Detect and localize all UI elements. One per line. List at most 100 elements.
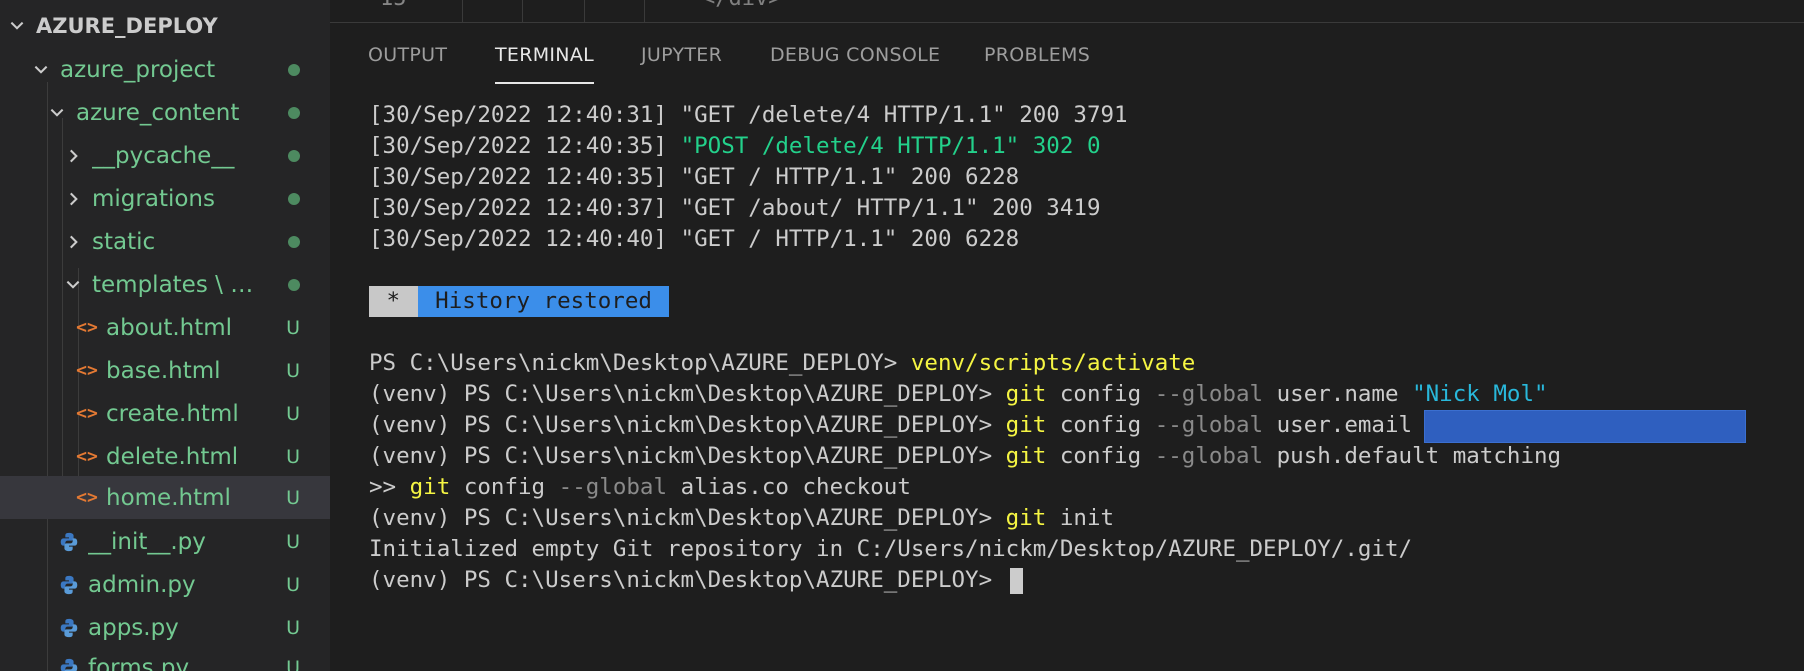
python-file-icon bbox=[56, 657, 82, 671]
folder-pycache[interactable]: __pycache__ bbox=[0, 134, 330, 177]
line-number: 15 bbox=[380, 0, 407, 11]
explorer-root-folder[interactable]: AZURE_DEPLOY bbox=[0, 4, 330, 47]
python-file-icon bbox=[56, 617, 82, 639]
command: git bbox=[1005, 381, 1047, 407]
folder-azure-project[interactable]: azure_project bbox=[0, 48, 330, 91]
file-about-html[interactable]: <> about.html U bbox=[0, 306, 330, 349]
prompt: (venv) PS C:\Users\nickm\Desktop\AZURE_D… bbox=[369, 412, 1006, 438]
history-star: * bbox=[369, 286, 418, 317]
html-file-icon: <> bbox=[76, 403, 98, 424]
untracked-badge: U bbox=[286, 445, 300, 468]
terminal-line: (venv) PS C:\Users\nickm\Desktop\AZURE_D… bbox=[369, 503, 1114, 534]
python-file-icon bbox=[56, 531, 82, 553]
file-delete-html[interactable]: <> delete.html U bbox=[0, 435, 330, 478]
file-admin-py[interactable]: admin.py U bbox=[0, 563, 330, 606]
command: git bbox=[409, 474, 451, 500]
command-arg: config bbox=[450, 474, 559, 500]
history-text: History restored bbox=[417, 286, 670, 317]
command: git bbox=[1005, 443, 1047, 469]
untracked-badge: U bbox=[286, 486, 300, 509]
code-line: </div> bbox=[702, 0, 781, 11]
tab-output[interactable]: OUTPUT bbox=[368, 24, 447, 86]
terminal-line: >> git config --global alias.co checkout bbox=[369, 472, 911, 503]
prompt: (venv) PS C:\Users\nickm\Desktop\AZURE_D… bbox=[369, 381, 1006, 407]
tab-problems[interactable]: PROBLEMS bbox=[984, 24, 1090, 86]
html-file-icon: <> bbox=[76, 487, 98, 508]
modified-dot bbox=[288, 220, 300, 263]
modified-dot bbox=[288, 134, 300, 177]
command-arg: config bbox=[1046, 412, 1155, 438]
command: git bbox=[1005, 505, 1047, 531]
indent-guide bbox=[644, 0, 645, 22]
command-arg: push.default matching bbox=[1263, 443, 1562, 469]
continuation-prompt: >> bbox=[369, 474, 410, 500]
chevron-right-icon bbox=[62, 188, 84, 210]
indent-guide bbox=[462, 0, 463, 22]
indent-guide bbox=[584, 0, 585, 22]
terminal-line: [30/Sep/2022 12:40:37] "GET /about/ HTTP… bbox=[369, 195, 1101, 221]
command-string: "Nick Mol" bbox=[1412, 381, 1548, 407]
chevron-down-icon bbox=[30, 59, 52, 81]
root-folder-label: AZURE_DEPLOY bbox=[36, 13, 218, 38]
chevron-right-icon bbox=[62, 145, 84, 167]
command-arg: user.email bbox=[1263, 412, 1413, 438]
modified-dot bbox=[288, 48, 300, 91]
file-init-py[interactable]: __init__.py U bbox=[0, 520, 330, 563]
terminal-line: [30/Sep/2022 12:40:35] "POST /delete/4 H… bbox=[369, 131, 1101, 162]
editor-area[interactable]: 15 </div> bbox=[330, 0, 1804, 23]
folder-templates[interactable]: templates \ a... bbox=[0, 263, 330, 306]
tab-terminal[interactable]: TERMINAL bbox=[495, 24, 595, 86]
panel-tab-bar: OUTPUT TERMINAL JUPYTER DEBUG CONSOLE PR… bbox=[330, 24, 1804, 86]
chevron-down-icon bbox=[6, 15, 28, 37]
terminal-line: PS C:\Users\nickm\Desktop\AZURE_DEPLOY> … bbox=[369, 348, 1195, 379]
command: git bbox=[1005, 412, 1047, 438]
redacted-email-block bbox=[1424, 410, 1747, 443]
terminal-line: (venv) PS C:\Users\nickm\Desktop\AZURE_D… bbox=[369, 410, 1747, 443]
terminal-line: [30/Sep/2022 12:40:40] "GET / HTTP/1.1" … bbox=[369, 226, 1020, 252]
log-timestamp: [30/Sep/2022 12:40:35] bbox=[369, 133, 681, 159]
tab-jupyter[interactable]: JUPYTER bbox=[641, 24, 722, 86]
command-flag: --global bbox=[1154, 412, 1264, 438]
command-arg: init bbox=[1046, 505, 1115, 531]
file-home-html[interactable]: <> home.html U bbox=[0, 476, 330, 519]
file-apps-py[interactable]: apps.py U bbox=[0, 606, 330, 649]
command-flag: --global bbox=[1154, 443, 1264, 469]
html-file-icon: <> bbox=[76, 360, 98, 381]
file-forms-py[interactable]: forms.py U bbox=[0, 646, 330, 671]
file-create-html[interactable]: <> create.html U bbox=[0, 392, 330, 435]
terminal-line: [30/Sep/2022 12:40:31] "GET /delete/4 HT… bbox=[369, 102, 1128, 128]
folder-static[interactable]: static bbox=[0, 220, 330, 263]
command-flag: --global bbox=[558, 474, 668, 500]
modified-dot bbox=[288, 91, 300, 134]
untracked-badge: U bbox=[286, 316, 300, 339]
tab-debug-console[interactable]: DEBUG CONSOLE bbox=[770, 24, 940, 86]
log-message-redirect: "POST /delete/4 HTTP/1.1" 302 0 bbox=[680, 133, 1101, 159]
chevron-right-icon bbox=[62, 231, 84, 253]
explorer-sidebar: AZURE_DEPLOY azure_project azure_content… bbox=[0, 0, 330, 671]
untracked-badge: U bbox=[286, 359, 300, 382]
command: venv/scripts/activate bbox=[910, 350, 1196, 376]
folder-migrations[interactable]: migrations bbox=[0, 177, 330, 220]
terminal-line: Initialized empty Git repository in C:/U… bbox=[369, 536, 1413, 562]
prompt: PS C:\Users\nickm\Desktop\AZURE_DEPLOY> bbox=[369, 350, 911, 376]
untracked-badge: U bbox=[286, 573, 300, 596]
modified-dot bbox=[288, 263, 300, 306]
prompt: (venv) PS C:\Users\nickm\Desktop\AZURE_D… bbox=[369, 505, 1006, 531]
terminal-line: [30/Sep/2022 12:40:35] "GET / HTTP/1.1" … bbox=[369, 164, 1020, 190]
command-flag: --global bbox=[1154, 381, 1264, 407]
history-restored-banner: * History restored bbox=[369, 286, 670, 317]
modified-dot bbox=[288, 177, 300, 220]
chevron-down-icon bbox=[62, 274, 84, 296]
command-arg: user.name bbox=[1263, 381, 1413, 407]
terminal-cursor bbox=[1009, 567, 1023, 594]
terminal-line: (venv) PS C:\Users\nickm\Desktop\AZURE_D… bbox=[369, 441, 1561, 472]
file-base-html[interactable]: <> base.html U bbox=[0, 349, 330, 392]
untracked-badge: U bbox=[286, 402, 300, 425]
html-file-icon: <> bbox=[76, 446, 98, 467]
indent-guide bbox=[522, 0, 523, 22]
python-file-icon bbox=[56, 574, 82, 596]
folder-azure-content[interactable]: azure_content bbox=[0, 91, 330, 134]
chevron-down-icon bbox=[46, 102, 68, 124]
terminal-input-line[interactable]: (venv) PS C:\Users\nickm\Desktop\AZURE_D… bbox=[369, 565, 1023, 596]
command-arg: config bbox=[1046, 443, 1155, 469]
